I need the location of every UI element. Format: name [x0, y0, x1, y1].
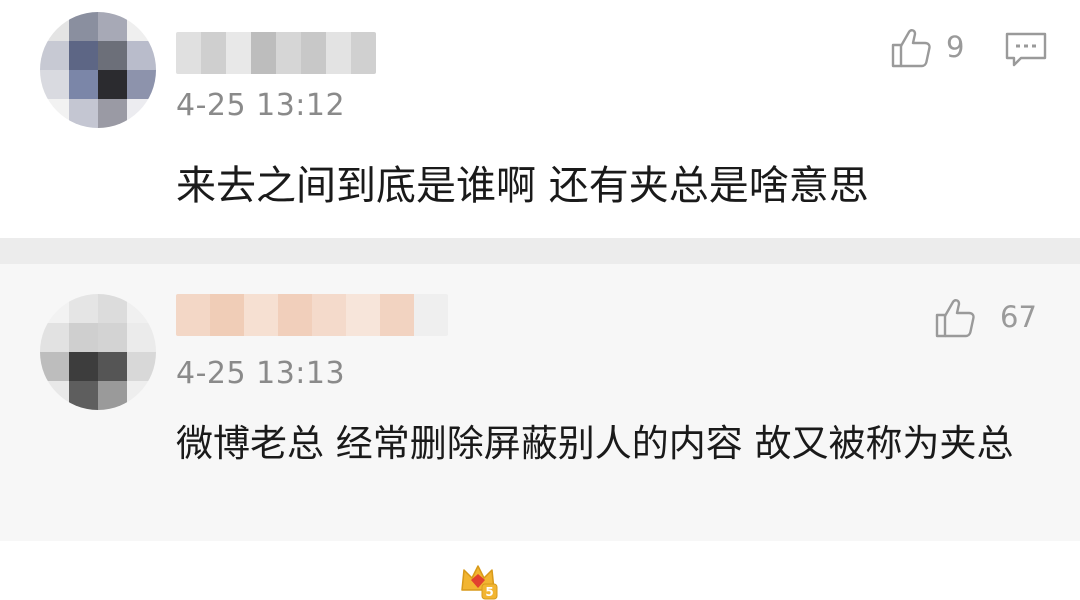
thumbs-up-icon[interactable] [888, 24, 936, 72]
comment-item: 5 4-25 13:13 微博老总 经常删除屏蔽别人的内容 故又被称为夹总 67 [0, 264, 1080, 600]
username-blurred[interactable] [176, 32, 376, 74]
avatar[interactable] [40, 12, 156, 128]
username-blurred[interactable] [176, 294, 448, 336]
thumbs-up-icon[interactable] [932, 294, 980, 342]
comment-timestamp: 4-25 13:13 [176, 356, 346, 391]
like-count: 67 [1000, 300, 1037, 334]
comment-reply-icon[interactable] [1004, 30, 1048, 70]
comment-timestamp: 4-25 13:12 [176, 88, 346, 123]
badge-level: 5 [485, 585, 493, 599]
comment-text: 来去之间到底是谁啊 还有夹总是啥意思 [176, 163, 869, 209]
like-count: 9 [946, 30, 965, 64]
section-divider [0, 238, 1080, 264]
avatar[interactable] [40, 294, 156, 410]
crown-level-badge-icon[interactable]: 5 [458, 560, 498, 600]
comment-item: 4-25 13:12 来去之间到底是谁啊 还有夹总是啥意思 9 [0, 0, 1080, 238]
comment-text: 微博老总 经常删除屏蔽别人的内容 故又被称为夹总 [176, 422, 1014, 465]
